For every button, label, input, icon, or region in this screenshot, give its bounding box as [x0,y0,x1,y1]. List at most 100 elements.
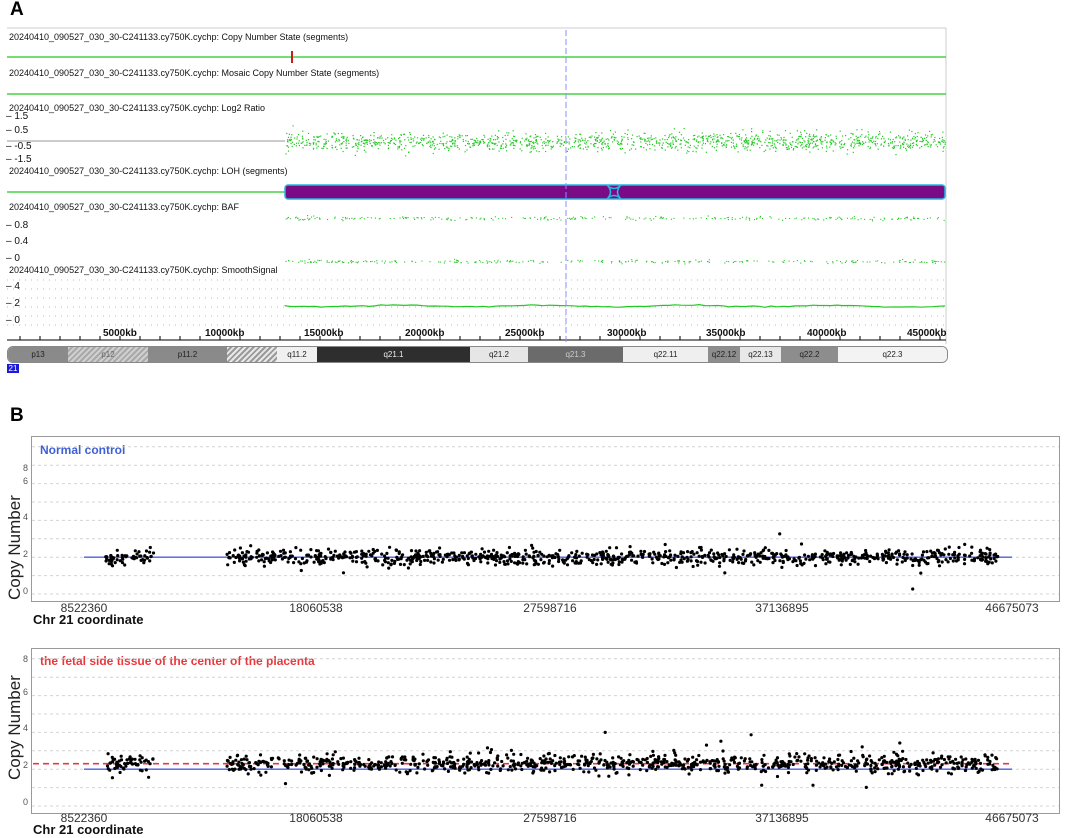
copy-number-point [372,764,376,768]
copy-number-point [677,764,681,768]
copy-number-point [617,555,621,559]
copy-number-point [728,558,732,563]
copy-number-point [960,760,964,764]
copy-number-point [471,556,475,560]
copy-number-point [786,762,790,766]
copy-number-point [426,558,430,563]
copy-number-point [533,562,537,566]
copy-number-point [474,552,478,556]
copy-number-point [742,549,746,553]
copy-number-point [951,559,955,563]
copy-number-point [887,548,891,552]
copy-number-point [672,748,676,753]
copy-number-point [920,557,924,561]
copy-number-point [249,544,253,548]
copy-number-point [498,560,502,565]
copy-number-point [331,753,335,757]
copy-number-point [324,556,328,560]
copy-number-point [319,768,323,773]
copy-number-point [663,553,667,557]
copy-number-point [642,549,647,554]
copy-number-point [766,766,771,770]
copy-number-point [491,764,495,768]
copy-number-point [264,760,268,764]
copy-number-point [281,548,286,552]
copy-number-point [144,768,148,772]
copy-number-point [553,555,557,559]
copy-number-point [503,562,508,566]
copy-number-point [806,762,810,766]
copy-number-point [660,561,664,566]
copy-number-point [509,748,513,753]
copy-number-point [437,758,441,762]
copy-number-point [139,554,143,558]
copy-number-point [409,549,414,553]
copy-number-point [413,757,417,761]
copy-number-point [963,542,967,547]
copy-number-point [400,555,404,559]
copy-number-point [939,756,944,760]
copy-number-point [760,760,764,765]
copy-number-point [774,758,778,762]
copy-number-point [133,757,137,761]
copy-number-point [524,552,528,556]
copy-number-point [988,762,992,766]
copy-number-point [534,559,538,563]
copy-number-point [669,553,673,557]
copy-number-point [542,560,546,564]
copy-number-point [786,765,791,770]
copy-number-point [936,757,941,761]
copy-number-point [932,551,936,555]
copy-number-point [976,556,980,560]
copy-number-point [631,764,635,768]
copy-number-point [674,763,678,767]
copy-number-point [778,559,782,563]
copy-number-point [854,769,858,773]
copy-number-point [897,552,902,556]
copy-number-point [901,765,906,769]
copy-number-point [901,749,905,753]
copy-number-point [414,549,418,553]
copy-number-point [707,555,711,559]
copy-number-point [660,762,664,766]
copy-number-point [329,550,333,554]
copy-number-point [118,770,122,775]
copy-number-point [496,764,500,768]
copy-number-point [902,770,906,774]
copy-number-point [360,556,364,560]
copy-number-point [651,561,655,565]
copy-number-point [466,759,470,763]
copy-number-point [246,550,251,554]
copy-number-point [108,761,113,765]
copy-number-point [385,756,389,760]
copy-number-point [542,761,547,765]
copy-number-point [804,557,808,561]
copy-number-point [638,768,642,772]
copy-number-point [933,763,937,767]
copy-number-point [269,560,273,565]
copy-number-point [523,548,528,552]
copy-number-point [789,760,793,764]
copy-number-point [970,545,974,549]
copy-number-point [402,563,406,567]
copy-number-point [341,768,345,772]
copy-number-point [546,760,550,764]
copy-number-point [526,756,530,760]
copy-number-point [828,560,832,564]
copy-number-point [882,754,886,758]
copy-number-point [921,768,925,773]
copy-number-point [964,757,968,761]
copy-number-point [935,760,940,765]
copy-number-point [849,749,853,754]
copy-number-point [511,759,515,763]
copy-number-point [832,760,836,764]
copy-number-point [825,553,829,557]
copy-number-point [839,551,843,555]
copy-number-point [506,768,510,772]
copy-number-point [818,765,822,769]
copy-number-point [489,767,493,772]
copy-number-point [546,752,550,756]
copy-number-point [110,556,115,560]
copy-number-point [580,551,584,555]
copy-number-point [760,783,764,787]
